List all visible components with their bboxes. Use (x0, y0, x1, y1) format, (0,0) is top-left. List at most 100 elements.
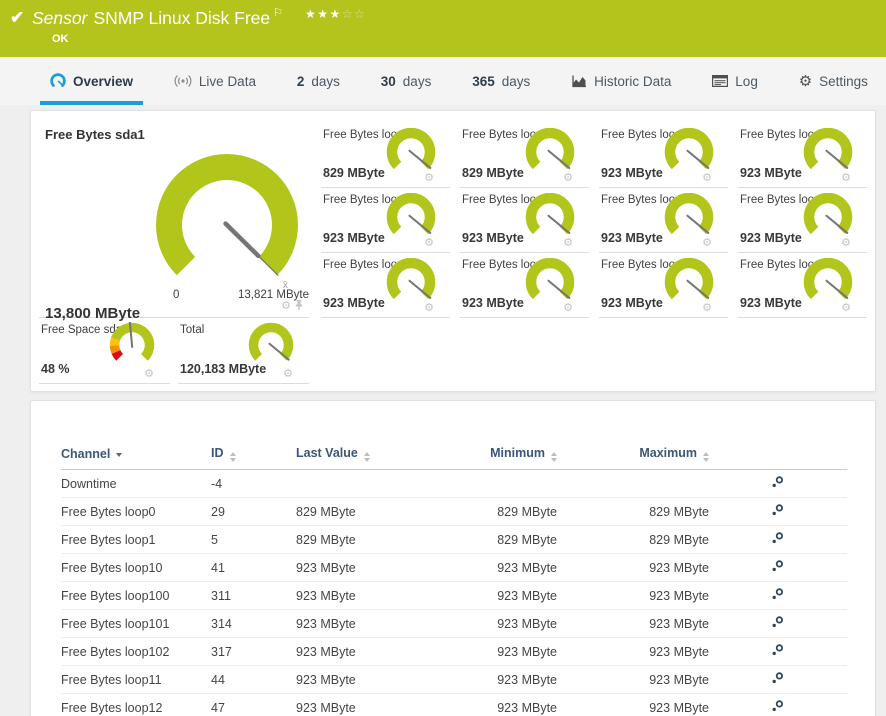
tab-settings[interactable]: ⚙ Settings (789, 57, 878, 105)
tab-historic-data[interactable]: Historic Data (561, 57, 681, 105)
gear-icon[interactable]: ⚙ (702, 303, 712, 314)
channel-gauge (521, 258, 579, 308)
channel-settings-icon[interactable] (772, 588, 784, 603)
primary-gauge-cell[interactable]: Free Bytes sda1 x̄ 0 13,821 MByte 13,800… (39, 123, 309, 318)
sort-icon[interactable] (551, 452, 557, 462)
gear-icon[interactable]: ⚙ (702, 173, 712, 184)
gear-icon[interactable]: ⚙ (424, 303, 434, 314)
sort-desc-icon[interactable] (116, 453, 122, 457)
table-row[interactable]: Free Bytes loop10 41 923 MByte 923 MByte… (61, 554, 847, 582)
table-header-row: ChannelIDLast ValueMinimumMaximum (61, 441, 847, 470)
gauge-cell-icons[interactable]: ⚙ (424, 173, 438, 184)
gear-icon[interactable]: ⚙ (841, 303, 851, 314)
cell-id: 5 (211, 526, 296, 554)
gauge-cell[interactable]: Free Bytes loop15 923 MByte ⚙ (599, 253, 728, 318)
gauge-cell-icons[interactable]: ⚙ (702, 173, 716, 184)
cell-id: 47 (211, 694, 296, 716)
tab-log[interactable]: Log (702, 57, 768, 105)
channels-table: ChannelIDLast ValueMinimumMaximum Downti… (61, 441, 847, 716)
channel-settings-icon[interactable] (772, 644, 784, 659)
gauge-cell[interactable]: Free Bytes loop1 829 MByte ⚙ (460, 123, 589, 188)
gauge-cell-icons[interactable]: ⚙ (841, 173, 855, 184)
table-row[interactable]: Downtime -4 (61, 470, 847, 498)
gauge-cell-icons[interactable]: ⚙ (283, 369, 297, 380)
gauge-cell[interactable]: Total 120,183 MByte ⚙ (178, 318, 309, 384)
gauge-cell-icons[interactable]: ⚙ (563, 238, 577, 249)
channel-settings-icon[interactable] (772, 504, 784, 519)
gear-icon[interactable]: ⚙ (841, 173, 851, 184)
flag-icon[interactable]: ⚐ (273, 6, 283, 19)
sort-icon[interactable] (364, 452, 370, 462)
gauge-cell-icons[interactable]: ⚙ (281, 297, 303, 315)
column-header-channel[interactable]: Channel (61, 441, 211, 470)
column-header-id[interactable]: ID (211, 441, 296, 470)
column-header-maximum[interactable]: Maximum (557, 441, 709, 470)
channel-settings-icon[interactable] (772, 700, 784, 715)
gauge-cell[interactable]: Free Bytes loop10 923 MByte ⚙ (599, 123, 728, 188)
gear-icon[interactable]: ⚙ (424, 238, 434, 249)
tab-2-days[interactable]: 2 days (287, 57, 350, 105)
gauge-cell[interactable]: Free Bytes loop102 923 MByte ⚙ (460, 188, 589, 253)
gear-icon[interactable]: ⚙ (283, 369, 293, 380)
table-row[interactable]: Free Bytes loop0 29 829 MByte 829 MByte … (61, 498, 847, 526)
priority-stars[interactable]: ★★★☆☆ (305, 7, 366, 21)
table-row[interactable]: Free Bytes loop11 44 923 MByte 923 MByte… (61, 666, 847, 694)
cell-settings (709, 526, 847, 554)
cell-id: 314 (211, 610, 296, 638)
gauge-cell-icons[interactable]: ⚙ (702, 238, 716, 249)
table-row[interactable]: Free Bytes loop1 5 829 MByte 829 MByte 8… (61, 526, 847, 554)
cell-id: 317 (211, 638, 296, 666)
table-row[interactable]: Free Bytes loop102 317 923 MByte 923 MBy… (61, 638, 847, 666)
channel-settings-icon[interactable] (772, 560, 784, 575)
table-row[interactable]: Free Bytes loop100 311 923 MByte 923 MBy… (61, 582, 847, 610)
tab-overview[interactable]: Overview (40, 57, 143, 105)
gear-icon[interactable]: ⚙ (424, 173, 434, 184)
gauge-cell-icons[interactable]: ⚙ (424, 238, 438, 249)
gear-icon[interactable]: ⚙ (281, 301, 291, 312)
gauge-cell[interactable]: Free Bytes loop14 923 MByte ⚙ (460, 253, 589, 318)
column-header-settings (709, 441, 847, 470)
gauge-cell-icons[interactable]: ⚙ (841, 303, 855, 314)
live-icon (174, 74, 192, 88)
gear-icon[interactable]: ⚙ (144, 369, 154, 380)
gauge-cell[interactable]: Free Bytes loop16 923 MByte ⚙ (738, 253, 867, 318)
gauge-cell[interactable]: Free Bytes loop100 923 MByte ⚙ (738, 123, 867, 188)
gear-icon[interactable]: ⚙ (702, 238, 712, 249)
gear-icon[interactable]: ⚙ (563, 173, 573, 184)
table-row[interactable]: Free Bytes loop101 314 923 MByte 923 MBy… (61, 610, 847, 638)
gauge-cell[interactable]: Free Bytes loop101 923 MByte ⚙ (321, 188, 450, 253)
channel-settings-icon[interactable] (772, 532, 784, 547)
gauge-cell-icons[interactable]: ⚙ (144, 369, 158, 380)
pin-icon[interactable] (295, 297, 303, 315)
cell-settings (709, 694, 847, 716)
column-header-last-value[interactable]: Last Value (296, 441, 461, 470)
sort-icon[interactable] (703, 452, 709, 462)
gauge-cell-icons[interactable]: ⚙ (563, 173, 577, 184)
gauge-cell[interactable]: Free Bytes loop0 829 MByte ⚙ (321, 123, 450, 188)
table-row[interactable]: Free Bytes loop12 47 923 MByte 923 MByte… (61, 694, 847, 716)
channel-gauge (521, 193, 579, 243)
gear-icon[interactable]: ⚙ (563, 303, 573, 314)
gauge-cell[interactable]: Free Bytes loop11 923 MByte ⚙ (599, 188, 728, 253)
cell-maximum: 923 MByte (557, 694, 709, 716)
gauge-cell-icons[interactable]: ⚙ (702, 303, 716, 314)
channel-settings-icon[interactable] (772, 476, 784, 491)
tab-365-days[interactable]: 365 days (462, 57, 540, 105)
gauge-cell-icons[interactable]: ⚙ (563, 303, 577, 314)
gauge-cell-icons[interactable]: ⚙ (424, 303, 438, 314)
tab-30-days[interactable]: 30 days (371, 57, 442, 105)
channel-settings-icon[interactable] (772, 616, 784, 631)
gauge-cell-icons[interactable]: ⚙ (841, 238, 855, 249)
gauge-cell[interactable]: Free Space sda1 48 % ⚙ (39, 318, 170, 384)
tab-live-data[interactable]: Live Data (164, 57, 266, 105)
gauge-cell[interactable]: Free Bytes loop12 923 MByte ⚙ (738, 188, 867, 253)
gauge-cell[interactable]: Free Bytes loop13 923 MByte ⚙ (321, 253, 450, 318)
gear-icon[interactable]: ⚙ (563, 238, 573, 249)
tab-label: Overview (73, 74, 133, 89)
gear-icon[interactable]: ⚙ (841, 238, 851, 249)
cell-minimum: 923 MByte (461, 666, 557, 694)
channel-settings-icon[interactable] (772, 672, 784, 687)
sort-icon[interactable] (230, 452, 236, 462)
channel-gauge (382, 193, 440, 243)
column-header-minimum[interactable]: Minimum (461, 441, 557, 470)
